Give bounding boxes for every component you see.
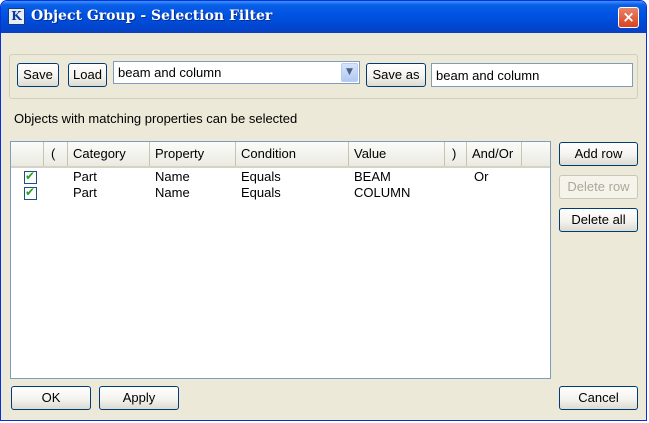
filter-grid[interactable]: ( Category Property Condition Value ) An…: [10, 141, 551, 379]
save-as-name-value: beam and column: [436, 68, 540, 83]
row-property[interactable]: Name: [155, 185, 190, 201]
apply-button[interactable]: Apply: [99, 386, 179, 410]
delete-all-button[interactable]: Delete all: [559, 208, 638, 232]
filter-select[interactable]: beam and column ▼: [113, 61, 360, 84]
filter-select-value: beam and column: [118, 65, 222, 80]
save-button[interactable]: Save: [17, 63, 59, 87]
header-open-paren[interactable]: (: [44, 142, 68, 166]
table-row[interactable]: ✔ Part Name Equals COLUMN: [11, 185, 550, 201]
row-checkbox[interactable]: ✔: [24, 185, 37, 200]
header-value[interactable]: Value: [349, 142, 445, 166]
dialog-window: K Object Group - Selection Filter × Save…: [0, 0, 647, 421]
save-as-name-field[interactable]: beam and column: [431, 63, 633, 87]
title-bar[interactable]: K Object Group - Selection Filter ×: [1, 1, 646, 33]
row-category[interactable]: Part: [73, 169, 97, 185]
header-category[interactable]: Category: [68, 142, 150, 166]
delete-row-button[interactable]: Delete row: [559, 175, 638, 199]
row-condition[interactable]: Equals: [241, 169, 281, 185]
row-checkbox[interactable]: ✔: [24, 169, 37, 184]
header-close-paren[interactable]: ): [445, 142, 467, 166]
cancel-button[interactable]: Cancel: [559, 386, 638, 410]
row-property[interactable]: Name: [155, 169, 190, 185]
grid-header: ( Category Property Condition Value ) An…: [11, 142, 550, 168]
header-and-or[interactable]: And/Or: [467, 142, 522, 166]
chevron-down-icon[interactable]: ▼: [341, 63, 358, 82]
header-condition[interactable]: Condition: [236, 142, 349, 166]
row-condition[interactable]: Equals: [241, 185, 281, 201]
header-property[interactable]: Property: [150, 142, 236, 166]
close-icon: ×: [622, 8, 635, 26]
row-value[interactable]: BEAM: [354, 169, 391, 185]
add-row-button[interactable]: Add row: [559, 142, 638, 166]
row-category[interactable]: Part: [73, 185, 97, 201]
info-text: Objects with matching properties can be …: [14, 111, 298, 126]
window-title: Object Group - Selection Filter: [31, 8, 273, 24]
app-icon: K: [8, 8, 25, 25]
checkmark-icon: ✔: [25, 185, 36, 199]
checkmark-icon: ✔: [25, 169, 36, 183]
header-select: [11, 142, 44, 166]
save-as-button[interactable]: Save as: [366, 63, 426, 87]
table-row[interactable]: ✔ Part Name Equals BEAM Or: [11, 169, 550, 185]
close-button[interactable]: ×: [618, 7, 639, 28]
row-and-or[interactable]: Or: [474, 169, 488, 185]
ok-button[interactable]: OK: [11, 386, 91, 410]
load-button[interactable]: Load: [68, 63, 107, 87]
row-value[interactable]: COLUMN: [354, 185, 410, 201]
